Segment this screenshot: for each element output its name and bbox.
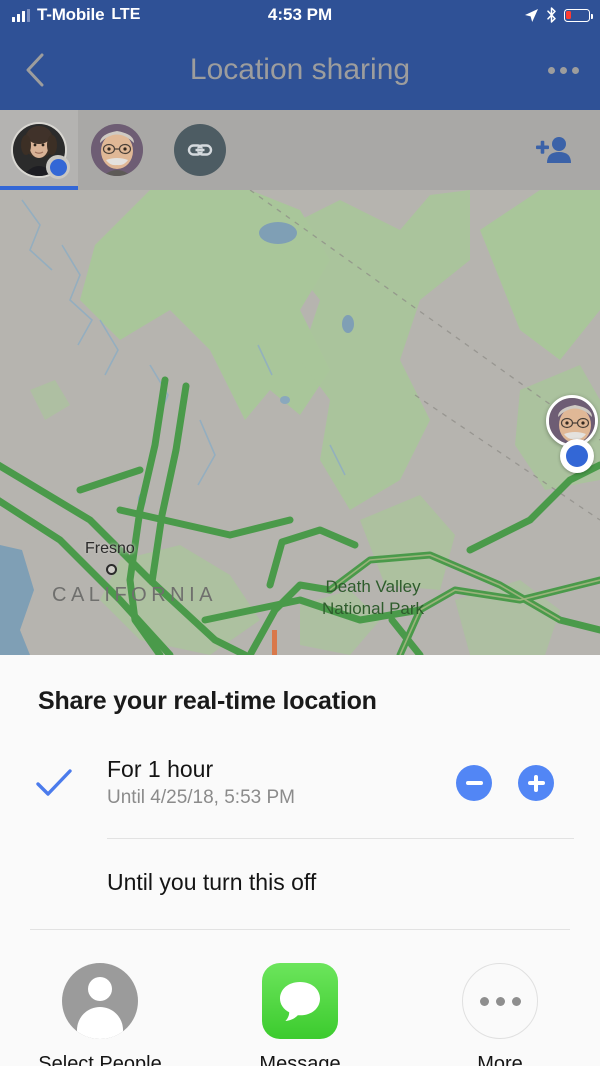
sheet-title: Share your real-time location <box>38 687 377 715</box>
bluetooth-icon <box>547 7 556 23</box>
sheet-divider-1 <box>107 838 574 839</box>
message-button[interactable]: Message <box>210 963 390 1066</box>
option-label: For 1 hour <box>107 756 214 782</box>
decrease-duration-button[interactable] <box>456 765 492 801</box>
increase-duration-button[interactable] <box>518 765 554 801</box>
sharing-status-badge <box>46 155 70 179</box>
more-dots-icon <box>462 963 538 1039</box>
more-button[interactable]: More <box>410 963 590 1066</box>
avatar-ring <box>11 122 70 179</box>
option-check <box>0 768 107 798</box>
checkmark-icon <box>35 769 72 796</box>
friends-strip <box>0 110 600 190</box>
person-circle-icon <box>62 963 138 1039</box>
friend-tab-contact[interactable] <box>78 110 156 190</box>
share-action-row: Select People Message More <box>0 945 600 1066</box>
imessage-icon <box>262 963 338 1039</box>
status-bar-right <box>524 7 600 23</box>
back-chevron-icon <box>26 53 44 87</box>
duration-steppers <box>456 765 554 801</box>
location-arrow-icon <box>525 8 538 22</box>
self-location-dot <box>560 439 594 473</box>
action-label: Message <box>259 1053 341 1066</box>
map-label-california: CALIFORNIA <box>52 584 218 606</box>
duration-option-one-hour[interactable]: For 1 hour Until 4/25/18, 5:53 PM <box>0 750 600 816</box>
status-bar-left: T-Mobile LTE <box>0 5 524 25</box>
map-label-death-valley: Death Valley National Park <box>322 576 424 620</box>
share-location-sheet: Share your real-time location For 1 hour… <box>0 655 600 1066</box>
park-label-line2: National Park <box>322 599 425 618</box>
friend-tab-self[interactable] <box>0 110 78 190</box>
link-icon <box>174 124 226 176</box>
action-label: Select People <box>38 1053 162 1066</box>
add-person-icon <box>536 137 571 163</box>
friend-tab-share-link[interactable] <box>156 110 234 190</box>
nav-bar: Location sharing <box>0 30 600 110</box>
option-label: Until you turn this off <box>107 869 317 895</box>
carrier-label: T-Mobile <box>37 5 105 24</box>
page-title: Location sharing <box>189 53 411 86</box>
friend-location-pin[interactable] <box>546 395 598 473</box>
sheet-divider-2 <box>30 929 570 930</box>
battery-low-icon <box>564 8 593 22</box>
select-people-button[interactable]: Select People <box>10 963 190 1066</box>
add-person-button[interactable] <box>534 135 574 165</box>
map-canvas[interactable]: Fresno CALIFORNIA Bakersfield Death Vall… <box>0 190 600 655</box>
overflow-menu-button[interactable] <box>526 30 600 110</box>
option-text: Until you turn this off <box>107 868 316 896</box>
option-sublabel: Until 4/25/18, 5:53 PM <box>107 787 295 808</box>
park-label-line1: Death Valley <box>325 577 421 596</box>
location-sharing-screen: T-Mobile LTE 4:53 PM Location sharing Fr… <box>0 0 600 1066</box>
option-text: For 1 hour Until 4/25/18, 5:53 PM <box>107 755 295 811</box>
minus-icon <box>465 781 483 785</box>
city-dot-fresno <box>106 564 117 575</box>
status-bar: T-Mobile LTE 4:53 PM <box>0 0 600 30</box>
network-type-label: LTE <box>111 6 141 23</box>
overflow-menu-icon <box>547 66 555 74</box>
duration-option-until-off[interactable]: Until you turn this off <box>0 855 600 909</box>
action-label: More <box>477 1053 523 1066</box>
avatar-man-icon <box>91 124 143 176</box>
back-button[interactable] <box>0 30 70 110</box>
signal-bars-icon <box>12 8 30 22</box>
map-label-fresno: Fresno <box>85 540 135 557</box>
